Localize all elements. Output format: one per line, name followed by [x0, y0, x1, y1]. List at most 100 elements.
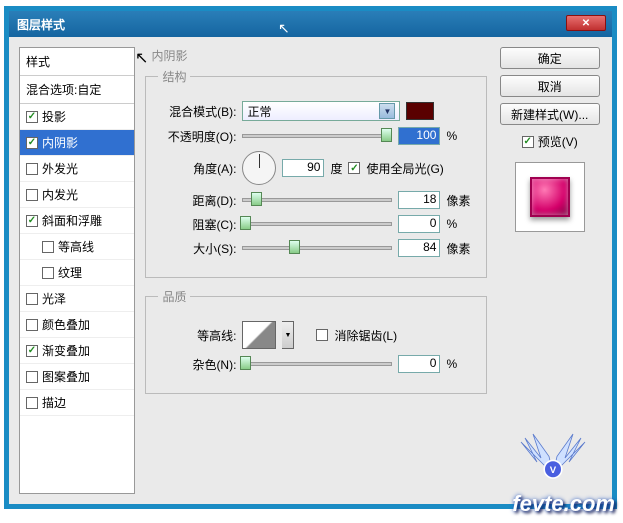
- blend-options-row[interactable]: 混合选项:自定: [20, 76, 134, 104]
- distance-unit: 像素: [446, 192, 474, 209]
- angle-input[interactable]: 90: [282, 159, 324, 177]
- size-slider[interactable]: [242, 246, 392, 250]
- size-unit: 像素: [446, 240, 474, 257]
- shadow-color-swatch[interactable]: [406, 102, 434, 120]
- contour-dropdown-icon[interactable]: ▼: [282, 321, 294, 349]
- style-label: 投影: [42, 108, 66, 125]
- titlebar: 图层样式 ✕: [9, 11, 612, 37]
- chevron-down-icon: ▼: [379, 103, 395, 119]
- blend-mode-value: 正常: [247, 103, 271, 120]
- new-style-button[interactable]: 新建样式(W)...: [500, 103, 600, 125]
- style-checkbox[interactable]: [26, 345, 38, 357]
- style-label: 纹理: [58, 264, 82, 281]
- opacity-slider[interactable]: [242, 134, 392, 138]
- close-button[interactable]: ✕: [566, 15, 606, 31]
- contour-row: 等高线: ▼ 消除锯齿(L): [158, 321, 474, 349]
- style-item-0[interactable]: 投影: [20, 104, 134, 130]
- window-title: 图层样式: [17, 16, 65, 33]
- style-checkbox[interactable]: [26, 371, 38, 383]
- distance-input[interactable]: 18: [398, 191, 440, 209]
- style-checkbox[interactable]: [26, 189, 38, 201]
- antialias-label: 消除锯齿(L): [334, 327, 397, 344]
- noise-slider[interactable]: [242, 362, 392, 366]
- style-item-3[interactable]: 内发光: [20, 182, 134, 208]
- opacity-label: 不透明度(O):: [158, 128, 236, 145]
- blend-mode-select[interactable]: 正常 ▼: [242, 101, 400, 121]
- style-item-9[interactable]: 渐变叠加: [20, 338, 134, 364]
- quality-legend: 品质: [158, 288, 190, 305]
- style-item-1[interactable]: 内阴影: [20, 130, 134, 156]
- watermark-text: fevte.com: [512, 491, 615, 517]
- style-list: 投影内阴影外发光内发光斜面和浮雕等高线纹理光泽颜色叠加渐变叠加图案叠加描边: [20, 104, 134, 416]
- size-label: 大小(S):: [158, 240, 236, 257]
- cancel-button[interactable]: 取消: [500, 75, 600, 97]
- section-title: 内阴影: [145, 47, 487, 64]
- style-item-7[interactable]: 光泽: [20, 286, 134, 312]
- style-item-5[interactable]: 等高线: [20, 234, 134, 260]
- global-light-label: 使用全局光(G): [366, 160, 443, 177]
- buttons-panel: 确定 取消 新建样式(W)... 预览(V): [497, 47, 602, 494]
- preview-label: 预览(V): [538, 133, 578, 150]
- styles-panel: 样式 混合选项:自定 投影内阴影外发光内发光斜面和浮雕等高线纹理光泽颜色叠加渐变…: [19, 47, 135, 494]
- style-label: 等高线: [58, 238, 94, 255]
- angle-dial[interactable]: [242, 151, 276, 185]
- antialias-checkbox[interactable]: [316, 329, 328, 341]
- angle-unit: 度: [330, 160, 342, 177]
- style-checkbox[interactable]: [26, 293, 38, 305]
- style-checkbox[interactable]: [42, 267, 54, 279]
- style-checkbox[interactable]: [42, 241, 54, 253]
- size-input[interactable]: 84: [398, 239, 440, 257]
- style-checkbox[interactable]: [26, 111, 38, 123]
- noise-row: 杂色(N): 0 %: [158, 355, 474, 373]
- style-label: 颜色叠加: [42, 316, 90, 333]
- noise-label: 杂色(N):: [158, 356, 236, 373]
- style-checkbox[interactable]: [26, 137, 38, 149]
- contour-label: 等高线:: [158, 327, 236, 344]
- structure-legend: 结构: [158, 68, 190, 85]
- choke-slider[interactable]: [242, 222, 392, 226]
- preview-row: 预览(V): [522, 133, 578, 150]
- choke-row: 阻塞(C): 0 %: [158, 215, 474, 233]
- noise-input[interactable]: 0: [398, 355, 440, 373]
- style-checkbox[interactable]: [26, 397, 38, 409]
- preview-thumbnail: [515, 162, 585, 232]
- distance-row: 距离(D): 18 像素: [158, 191, 474, 209]
- angle-label: 角度(A):: [158, 160, 236, 177]
- distance-slider[interactable]: [242, 198, 392, 202]
- style-item-10[interactable]: 图案叠加: [20, 364, 134, 390]
- contour-picker[interactable]: [242, 321, 276, 349]
- global-light-checkbox[interactable]: [348, 162, 360, 174]
- style-item-4[interactable]: 斜面和浮雕: [20, 208, 134, 234]
- svg-text:V: V: [550, 465, 557, 476]
- style-label: 外发光: [42, 160, 78, 177]
- styles-header[interactable]: 样式: [20, 48, 134, 76]
- preview-checkbox[interactable]: [522, 136, 534, 148]
- style-label: 斜面和浮雕: [42, 212, 102, 229]
- style-item-6[interactable]: 纹理: [20, 260, 134, 286]
- style-label: 光泽: [42, 290, 66, 307]
- blend-mode-row: 混合模式(B): 正常 ▼: [158, 101, 474, 121]
- quality-group: 品质 等高线: ▼ 消除锯齿(L) 杂色(N): 0 %: [145, 288, 487, 394]
- blend-mode-label: 混合模式(B):: [158, 103, 236, 120]
- style-item-8[interactable]: 颜色叠加: [20, 312, 134, 338]
- settings-panel: 内阴影 结构 混合模式(B): 正常 ▼ 不透明度(O): 100 %: [145, 47, 487, 494]
- style-label: 内发光: [42, 186, 78, 203]
- preview-gem-icon: [530, 177, 570, 217]
- noise-unit: %: [446, 357, 474, 371]
- style-checkbox[interactable]: [26, 319, 38, 331]
- style-label: 图案叠加: [42, 368, 90, 385]
- opacity-row: 不透明度(O): 100 %: [158, 127, 474, 145]
- opacity-input[interactable]: 100: [398, 127, 440, 145]
- angle-row: 角度(A): 90 度 使用全局光(G): [158, 151, 474, 185]
- choke-input[interactable]: 0: [398, 215, 440, 233]
- style-item-11[interactable]: 描边: [20, 390, 134, 416]
- choke-unit: %: [446, 217, 474, 231]
- style-checkbox[interactable]: [26, 163, 38, 175]
- choke-label: 阻塞(C):: [158, 216, 236, 233]
- style-item-2[interactable]: 外发光: [20, 156, 134, 182]
- distance-label: 距离(D):: [158, 192, 236, 209]
- style-checkbox[interactable]: [26, 215, 38, 227]
- style-label: 渐变叠加: [42, 342, 90, 359]
- style-label: 内阴影: [42, 134, 78, 151]
- ok-button[interactable]: 确定: [500, 47, 600, 69]
